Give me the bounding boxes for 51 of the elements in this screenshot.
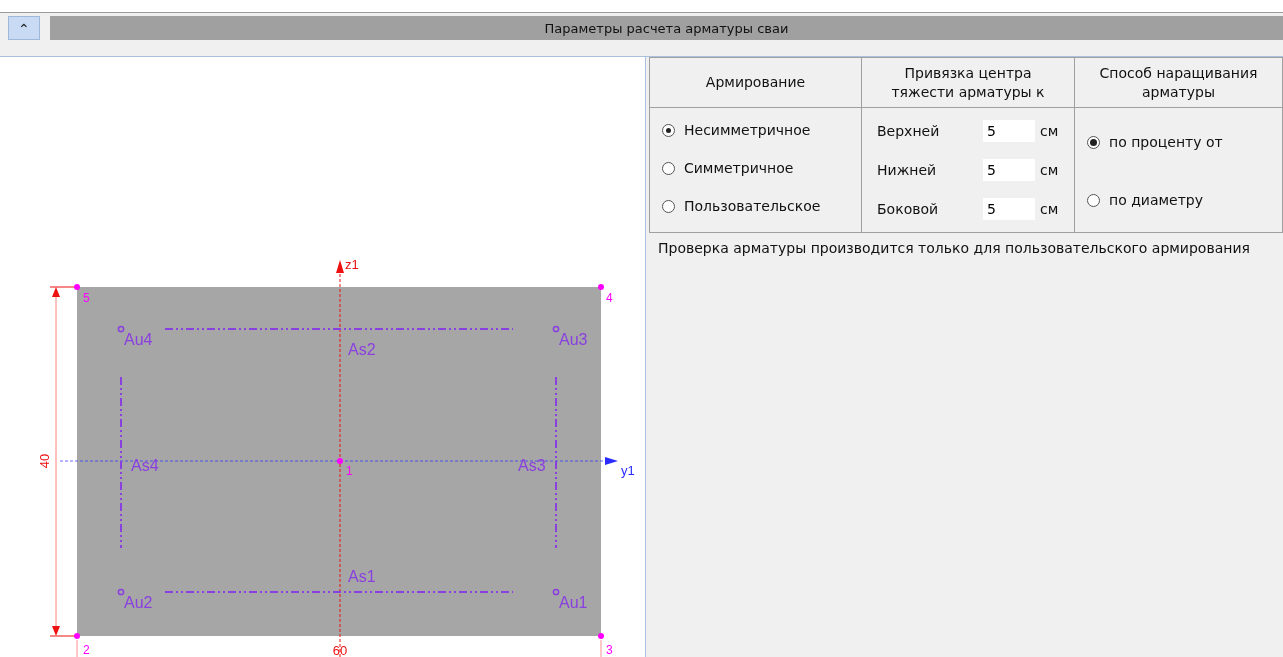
input-field[interactable]: 5 [983,159,1035,181]
input-field[interactable]: 5 [983,120,1035,142]
field-label: Верхней [876,123,941,139]
rebar-point [117,588,125,596]
unit-label: см [1040,201,1059,217]
node-point [337,458,343,464]
radio-icon[interactable] [662,161,675,175]
radio-icon[interactable] [662,123,675,137]
rebar-label: Au4 [124,331,153,348]
rebar-point [552,325,560,333]
radio-option[interactable]: Несимметричное [662,120,861,140]
collapse-button[interactable]: ⌃ [8,16,40,40]
rebar-point [117,325,125,333]
dimension-label: 60 [332,643,348,657]
unit-label: см [1040,162,1059,178]
input-field[interactable]: 5 [983,198,1035,220]
field-label: Боковой [876,201,940,217]
rebar-label: As1 [348,568,376,585]
node-point [598,633,604,639]
node-point [598,284,604,290]
note-text: Проверка арматуры производится только для пользовательского армирования [657,239,1251,256]
radio-icon[interactable] [1087,193,1100,207]
field-label: Нижней [876,162,938,178]
rebar-label: As2 [348,341,376,358]
panel-title: Параметры расчета арматуры сваи [50,16,1283,40]
node-label: 3 [606,643,613,657]
node-point [74,284,80,290]
radio-icon[interactable] [1087,135,1100,149]
dimension-label: 40 [37,453,52,469]
unit-label: см [1040,123,1059,139]
radio-option[interactable]: Симметричное [662,158,861,178]
node-label: 2 [83,643,90,657]
radio-icon[interactable] [662,199,675,213]
radio-option[interactable]: Пользовательское [662,196,861,216]
column-header: Способ наращивания арматуры [1075,58,1283,108]
rebar-label: Au2 [124,594,153,611]
rebar-label: Au1 [559,594,588,611]
node-label: 5 [83,291,90,305]
node-label: 1 [346,464,353,478]
axis-label: y1 [621,463,635,478]
column-header: Привязка центра тяжести арматуры к [862,58,1075,108]
axis-label: z1 [345,257,359,272]
column-header: Армирование [650,58,862,108]
rebar-label: As3 [518,457,546,474]
radio-option[interactable]: по диаметру [1087,190,1282,210]
node-label: 4 [606,291,613,305]
rebar-point [552,588,560,596]
rebar-label: Au3 [559,331,588,348]
radio-option[interactable]: по проценту от [1087,132,1282,152]
rebar-label: As4 [131,457,159,474]
node-point [74,633,80,639]
